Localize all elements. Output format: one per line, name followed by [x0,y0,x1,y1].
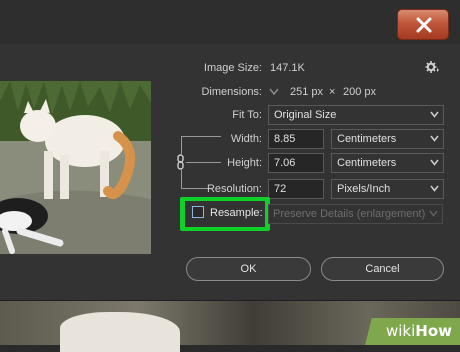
dimensions-label: Dimensions: [201,86,262,98]
image-size-value: 147.1K [270,62,305,74]
cat-photo [0,81,151,254]
resolution-label: Resolution: [206,183,262,195]
fit-to-value: Original Size [274,109,337,121]
title-bar [0,0,460,44]
link-bracket-top-vertical [181,136,182,154]
chevron-down-icon [430,159,439,166]
width-unit-select[interactable]: Centimeters [331,129,444,149]
chevron-down-icon [430,135,439,142]
height-unit-select[interactable]: Centimeters [331,153,444,173]
close-icon [416,17,432,33]
chevron-down-icon [430,185,439,192]
chevron-down-icon [429,210,438,217]
height-input[interactable]: 7.06 [268,153,324,173]
cancel-button[interactable]: Cancel [321,257,444,281]
image-size-label: Image Size: [203,62,262,74]
background-photo-cat [60,312,180,352]
ok-button[interactable]: OK [186,257,311,281]
dimensions-height: 200 px [343,86,377,98]
dimensions-times: × [329,86,336,98]
gear-icon[interactable] [425,60,439,74]
width-input[interactable]: 8.85 [268,129,324,149]
fit-to-select[interactable]: Original Size [268,105,444,125]
height-label: Height: [227,157,262,169]
chevron-down-icon [430,111,439,118]
resolution-input[interactable]: 72 [268,179,324,199]
resample-label[interactable]: Resample: [210,206,263,220]
chain-link-icon[interactable] [175,154,187,170]
dimensions-width: 251 px [290,86,324,98]
width-label: Width: [230,133,262,145]
fit-to-label: Fit To: [232,109,262,121]
width-unit-value: Centimeters [337,133,397,145]
chevron-down-icon[interactable] [269,88,279,96]
resolution-unit-select[interactable]: Pixels/Inch [331,179,444,199]
image-preview[interactable] [0,81,151,254]
resolution-unit-value: Pixels/Inch [337,183,391,195]
link-bracket-bottom-vertical [181,170,182,188]
wikihow-watermark: wikiHow [386,322,453,340]
close-button[interactable] [397,9,449,40]
image-size-dialog: Image Size: 147.1K Dimensions: 251 px × … [0,0,460,301]
resample-method-select: Preserve Details (enlargement) [268,204,443,224]
height-unit-value: Centimeters [337,157,397,169]
resample-checkbox[interactable] [192,206,204,218]
resample-method-value: Preserve Details (enlargement) [273,208,426,220]
